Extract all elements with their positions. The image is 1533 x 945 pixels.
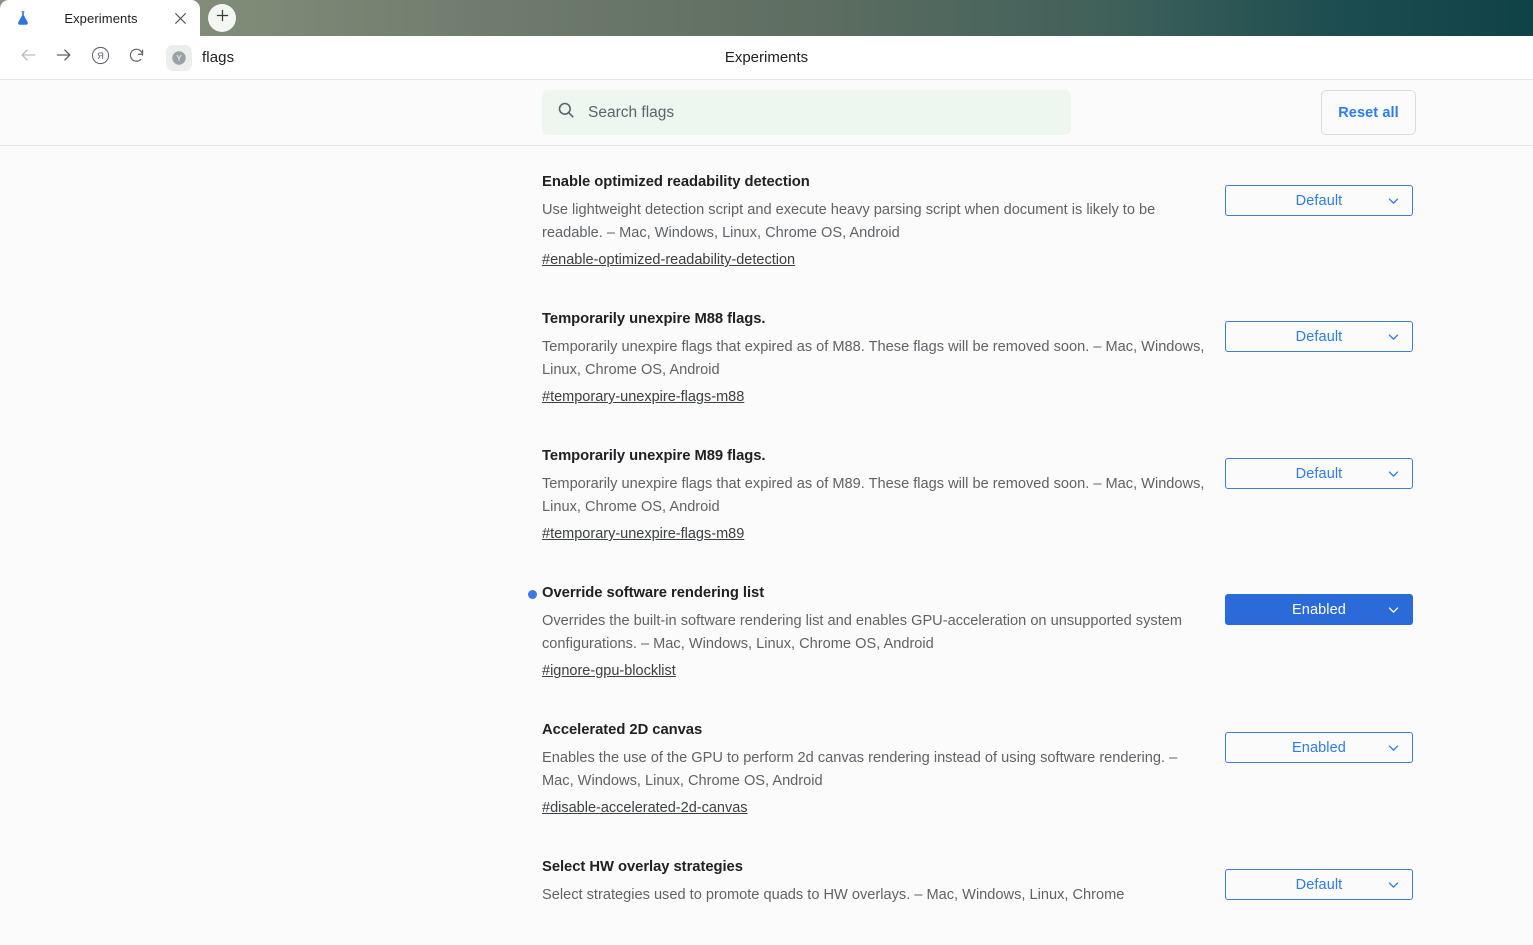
chevron-down-icon bbox=[1387, 194, 1400, 207]
flag-select-value: Enabled bbox=[1292, 601, 1346, 618]
flag-title: Enable optimized readability detection bbox=[542, 174, 810, 190]
flag-details: Temporarily unexpire M88 flags. Temporar… bbox=[542, 308, 1207, 408]
search-input[interactable] bbox=[588, 90, 1057, 135]
chevron-down-icon bbox=[1387, 878, 1400, 891]
new-tab-button[interactable] bbox=[208, 4, 236, 32]
flag-description: Temporarily unexpire flags that expired … bbox=[542, 476, 1205, 515]
flag-row: Temporarily unexpire M88 flags. Temporar… bbox=[542, 284, 1413, 421]
back-arrow-icon bbox=[18, 45, 38, 70]
chevron-down-icon bbox=[1387, 603, 1400, 616]
yandex-home-button[interactable]: Я bbox=[84, 42, 116, 74]
flag-description: Overrides the built-in software renderin… bbox=[542, 613, 1183, 652]
flag-control: Enabled bbox=[1207, 719, 1413, 763]
flag-description: Temporarily unexpire flags that expired … bbox=[542, 339, 1205, 378]
search-box[interactable] bbox=[542, 90, 1071, 135]
flag-select-value: Enabled bbox=[1292, 739, 1346, 756]
flag-title: Temporarily unexpire M89 flags. bbox=[542, 448, 766, 464]
flag-select-dropdown[interactable]: Default bbox=[1225, 321, 1413, 352]
reload-icon bbox=[127, 46, 146, 70]
flag-title: Temporarily unexpire M88 flags. bbox=[542, 311, 766, 327]
flag-row: Temporarily unexpire M89 flags. Temporar… bbox=[542, 421, 1413, 558]
flag-control: Default bbox=[1207, 445, 1413, 489]
forward-button[interactable] bbox=[48, 42, 80, 74]
svg-text:Y: Y bbox=[176, 54, 182, 63]
flag-select-dropdown[interactable]: Default bbox=[1225, 458, 1413, 489]
flags-list: #enable-readability-video Enable optimiz… bbox=[0, 147, 1533, 945]
chevron-down-icon bbox=[1387, 467, 1400, 480]
flag-description: Use lightweight detection script and exe… bbox=[542, 202, 1156, 241]
tab-title: Experiments bbox=[64, 10, 138, 26]
flag-title: Override software rendering list bbox=[542, 585, 765, 601]
flag-row: Override software rendering list Overrid… bbox=[528, 558, 1413, 695]
flag-select-value: Default bbox=[1295, 192, 1343, 209]
flag-details: Temporarily unexpire M89 flags. Temporar… bbox=[542, 445, 1207, 545]
flag-details: Accelerated 2D canvas Enables the use of… bbox=[542, 719, 1207, 819]
flag-description: Enables the use of the GPU to perform 2d… bbox=[542, 750, 1178, 789]
svg-text:Я: Я bbox=[97, 51, 104, 61]
flag-control: Default bbox=[1207, 171, 1413, 216]
browser-tab-experiments[interactable]: Experiments bbox=[0, 0, 200, 36]
flag-select-value: Default bbox=[1295, 876, 1343, 893]
yandex-ya-icon: Я bbox=[90, 45, 111, 71]
yandex-badge-icon[interactable]: Y bbox=[166, 44, 192, 71]
flag-anchor[interactable]: #disable-accelerated-2d-canvas bbox=[542, 797, 748, 819]
flag-title: Accelerated 2D canvas bbox=[542, 722, 703, 738]
flag-select-value: Default bbox=[1295, 465, 1343, 482]
close-icon[interactable] bbox=[170, 8, 190, 28]
flags-page: Reset all #enable-readability-video Enab… bbox=[0, 80, 1533, 945]
flag-details: Enable optimized readability detection U… bbox=[542, 171, 1207, 271]
flag-select-dropdown[interactable]: Enabled bbox=[1225, 594, 1413, 625]
browser-toolbar: Я Y flags Experiments bbox=[0, 36, 1533, 80]
flag-select-value: Default bbox=[1295, 328, 1343, 345]
flags-list-viewport[interactable]: #enable-readability-video Enable optimiz… bbox=[0, 147, 1533, 945]
chevron-down-icon bbox=[1387, 741, 1400, 754]
flags-sticky-header: Reset all bbox=[0, 80, 1533, 146]
flag-details: Select HW overlay strategies Select stra… bbox=[542, 856, 1207, 907]
flag-anchor[interactable]: #ignore-gpu-blocklist bbox=[542, 660, 676, 682]
flag-select-dropdown[interactable]: Default bbox=[1225, 869, 1413, 900]
search-icon bbox=[556, 100, 576, 125]
flag-row: Select HW overlay strategies Select stra… bbox=[542, 832, 1413, 945]
back-button[interactable] bbox=[12, 42, 44, 74]
flag-select-dropdown[interactable]: Default bbox=[1225, 185, 1413, 216]
flag-row: Accelerated 2D canvas Enables the use of… bbox=[542, 695, 1413, 832]
flag-control: Default bbox=[1207, 308, 1413, 352]
flag-modified-dot-icon bbox=[528, 590, 537, 599]
flag-row: Enable optimized readability detection U… bbox=[542, 147, 1413, 284]
reload-button[interactable] bbox=[120, 42, 152, 74]
address-bar[interactable]: Y flags bbox=[166, 42, 234, 74]
flag-anchor[interactable]: #temporary-unexpire-flags-m89 bbox=[542, 523, 744, 545]
plus-icon bbox=[215, 8, 230, 28]
flag-select-dropdown[interactable]: Enabled bbox=[1225, 732, 1413, 763]
flag-control: Enabled bbox=[1207, 582, 1413, 625]
chevron-down-icon bbox=[1387, 330, 1400, 343]
url-text: flags bbox=[202, 49, 235, 66]
flag-description: Select strategies used to promote quads … bbox=[542, 887, 1125, 903]
flask-icon bbox=[14, 9, 32, 27]
tab-strip: Experiments bbox=[0, 0, 1533, 36]
reset-all-button[interactable]: Reset all bbox=[1321, 90, 1416, 135]
flag-anchor[interactable]: #enable-optimized-readability-detection bbox=[542, 249, 795, 271]
flag-details: Override software rendering list Overrid… bbox=[528, 582, 1207, 682]
flag-title: Select HW overlay strategies bbox=[542, 859, 743, 875]
flag-control: Default bbox=[1207, 856, 1413, 900]
forward-arrow-icon bbox=[54, 45, 74, 70]
flag-anchor[interactable]: #temporary-unexpire-flags-m88 bbox=[542, 386, 744, 408]
